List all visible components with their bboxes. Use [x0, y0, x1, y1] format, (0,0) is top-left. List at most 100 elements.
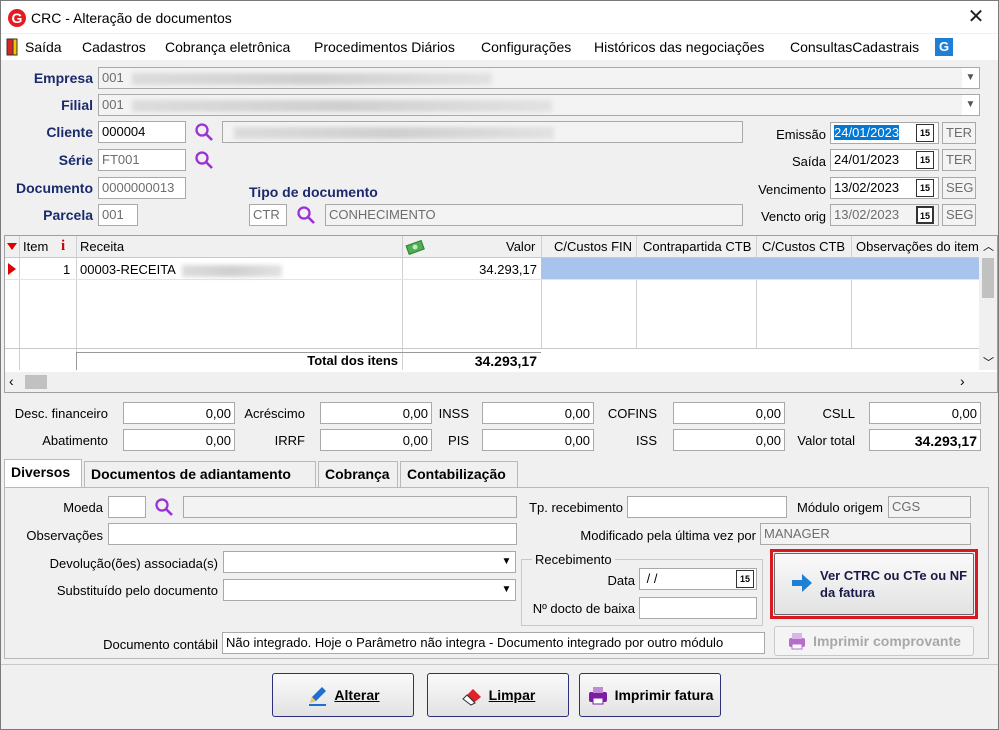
tipo-documento-code[interactable]: CTR	[249, 204, 287, 226]
doc-contabil-label: Documento contábil	[103, 637, 218, 652]
acrescimo-input[interactable]: 0,00	[320, 402, 432, 424]
col-contrapartida[interactable]: Contrapartida CTB	[643, 239, 751, 254]
tab-diversos[interactable]: Diversos	[4, 459, 82, 487]
col-custos-ctb[interactable]: C/Custos CTB	[762, 239, 845, 254]
printer-icon	[789, 633, 805, 650]
items-grid[interactable]: Item i Receita Valor C/Custos FIN Contra…	[4, 235, 998, 393]
total-label: Total dos itens	[307, 353, 398, 368]
imprimir-fatura-button[interactable]: Imprimir fatura	[579, 673, 721, 717]
devolucoes-select[interactable]: ▼	[223, 551, 516, 573]
moeda-label: Moeda	[63, 500, 103, 515]
col-custos-fin[interactable]: C/Custos FIN	[554, 239, 632, 254]
modulo-origem-field: CGS	[888, 496, 971, 518]
substituido-select[interactable]: ▼	[223, 579, 516, 601]
iss-label: ISS	[636, 433, 657, 448]
cofins-input[interactable]: 0,00	[673, 402, 785, 424]
search-icon[interactable]	[296, 205, 316, 225]
vencto-orig-label: Vencto orig	[760, 209, 826, 224]
col-valor[interactable]: Valor	[506, 239, 535, 254]
serie-input[interactable]: FT001	[98, 149, 186, 171]
chevron-up-icon: ︿	[983, 241, 994, 253]
limpar-button[interactable]: Limpar	[427, 673, 569, 717]
moeda-desc	[183, 496, 517, 518]
menu-historicos[interactable]: Históricos das negociações	[594, 39, 764, 55]
irrf-input[interactable]: 0,00	[320, 429, 432, 451]
calendar-icon[interactable]: 15	[916, 151, 934, 169]
tipo-documento-label: Tipo de documento	[249, 184, 378, 200]
title-bar: G CRC - Alteração de documentos ✕	[1, 1, 998, 33]
moeda-input[interactable]	[108, 496, 146, 518]
row-item[interactable]: 1	[63, 262, 70, 277]
money-icon	[405, 239, 425, 255]
chevron-down-icon: ﹀	[983, 357, 994, 369]
emissao-dow: TER	[942, 122, 976, 144]
alterar-button[interactable]: Alterar	[272, 673, 414, 717]
parcela-input[interactable]: 001	[98, 204, 138, 226]
menu-cadastros[interactable]: Cadastros	[82, 39, 146, 55]
documento-input[interactable]: 0000000013	[98, 177, 186, 199]
modificado-field: MANAGER	[760, 523, 971, 545]
saida-label: Saída	[792, 154, 826, 169]
menu-cobranca-eletronica[interactable]: Cobrança eletrônica	[165, 39, 290, 55]
calendar-icon[interactable]: 15	[736, 570, 754, 588]
modificado-label: Modificado pela última vez por	[580, 528, 756, 543]
pis-input[interactable]: 0,00	[482, 429, 594, 451]
vertical-scrollbar[interactable]: ︿ ﹀	[979, 236, 997, 370]
sort-indicator-icon[interactable]	[7, 243, 17, 251]
tab-cobranca[interactable]: Cobrança	[318, 461, 398, 487]
menu-procedimentos-diarios[interactable]: Procedimentos Diários	[314, 39, 455, 55]
csll-input[interactable]: 0,00	[869, 402, 981, 424]
abatimento-label: Abatimento	[42, 433, 108, 448]
filial-select[interactable]: 001 ▼	[98, 94, 980, 116]
total-value: 34.293,17	[474, 353, 537, 369]
emissao-label: Emissão	[776, 127, 826, 142]
search-icon[interactable]	[194, 122, 214, 142]
parcela-label: Parcela	[43, 207, 93, 223]
desc-financeiro-input[interactable]: 0,00	[123, 402, 235, 424]
observacoes-input[interactable]	[108, 523, 517, 545]
serie-label: Série	[58, 152, 93, 168]
vencto-orig-dow: SEG	[942, 204, 976, 226]
valor-total-field: 34.293,17	[869, 429, 981, 451]
valor-total-label: Valor total	[797, 433, 855, 448]
tab-contabilizacao[interactable]: Contabilização	[400, 461, 518, 487]
empresa-select[interactable]: 001 ▼	[98, 67, 980, 89]
row-receita[interactable]: 00003-RECEITA	[80, 262, 282, 277]
selected-row-highlight	[541, 258, 979, 280]
tp-recebimento-input[interactable]	[627, 496, 787, 518]
search-icon[interactable]	[154, 497, 174, 517]
calendar-icon: 15	[916, 206, 934, 224]
search-icon[interactable]	[194, 150, 214, 170]
exit-door-icon[interactable]	[6, 38, 18, 56]
menu-configuracoes[interactable]: Configurações	[481, 39, 571, 55]
iss-input[interactable]: 0,00	[673, 429, 785, 451]
col-receita[interactable]: Receita	[80, 239, 124, 254]
irrf-label: IRRF	[274, 433, 305, 448]
menu-bar: Saída Cadastros Cobrança eletrônica Proc…	[1, 34, 998, 60]
chevron-down-icon: ▼	[962, 68, 979, 88]
cliente-code-input[interactable]: 000004	[98, 121, 186, 143]
imprimir-comprovante-button: Imprimir comprovante	[774, 626, 974, 656]
csll-label: CSLL	[822, 406, 855, 421]
pencil-icon	[309, 687, 327, 707]
row-valor[interactable]: 34.293,17	[405, 262, 537, 277]
inss-input[interactable]: 0,00	[482, 402, 594, 424]
tab-documentos-adiantamento[interactable]: Documentos de adiantamento	[84, 461, 316, 487]
printer-icon	[588, 687, 607, 705]
main-window: G CRC - Alteração de documentos ✕ Saída …	[0, 0, 999, 730]
col-item[interactable]: Item	[23, 239, 48, 254]
col-observacoes[interactable]: Observações do item	[856, 239, 978, 254]
horizontal-scrollbar[interactable]: ‹ ›	[5, 372, 997, 392]
menu-consultas-cadastrais[interactable]: ConsultasCadastrais	[790, 39, 919, 55]
menu-saida[interactable]: Saída	[25, 39, 62, 55]
close-button[interactable]: ✕	[961, 4, 991, 30]
cofins-label: COFINS	[607, 406, 657, 421]
chevron-down-icon: ▼	[498, 580, 515, 600]
calendar-icon[interactable]: 15	[916, 179, 934, 197]
calendar-icon[interactable]: 15	[916, 124, 934, 142]
chevron-down-icon: ▼	[498, 552, 515, 572]
docto-baixa-input[interactable]	[639, 597, 757, 619]
app-g-icon[interactable]: G	[935, 38, 953, 56]
abatimento-input[interactable]: 0,00	[123, 429, 235, 451]
tp-recebimento-label: Tp. recebimento	[529, 500, 623, 515]
